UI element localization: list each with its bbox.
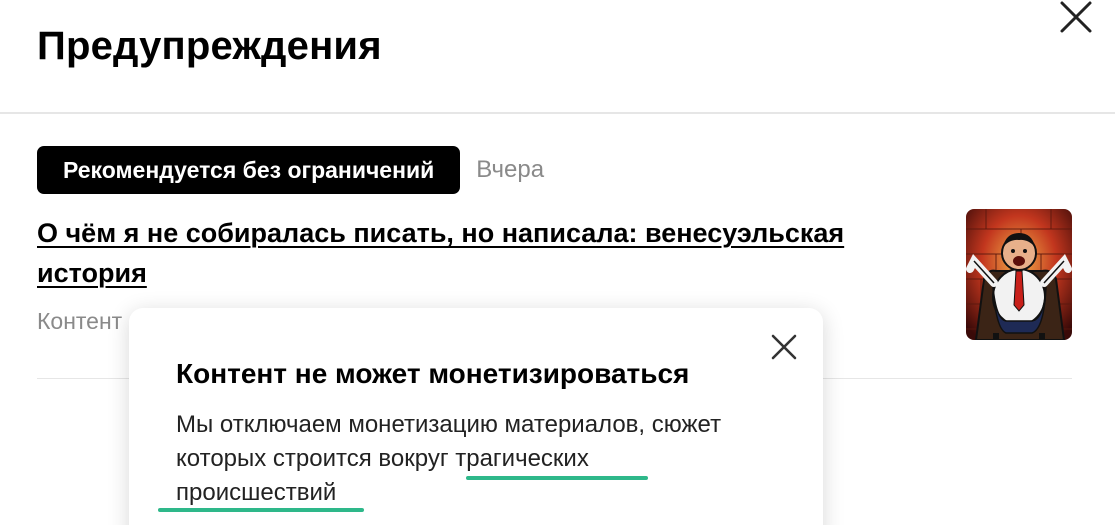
highlight-underline	[158, 508, 364, 512]
article-subtitle: Контент	[37, 308, 123, 334]
status-badge[interactable]: Рекомендуется без ограничений	[37, 146, 461, 194]
highlight-underline	[466, 476, 648, 480]
article-title-link[interactable]: О чём я не собиралась писать, но написал…	[37, 213, 937, 293]
close-icon[interactable]	[769, 332, 799, 362]
monetization-tooltip: Контент не может монетизироваться Мы отк…	[129, 308, 823, 525]
tooltip-body-line: происшествий	[176, 479, 337, 506]
tooltip-body-line: Мы отключаем монетизацию материалов, сюж…	[176, 411, 722, 438]
article-thumbnail[interactable]	[966, 209, 1072, 340]
tooltip-body: Мы отключаем монетизацию материалов, сюж…	[176, 408, 796, 510]
tooltip-body-line: которых строится вокруг трагических	[176, 445, 589, 472]
date-label: Вчера	[476, 156, 545, 183]
tooltip-title: Контент не может монетизироваться	[176, 358, 690, 389]
warning-meta: Рекомендуется без ограничений Вчера	[37, 146, 544, 194]
header: Предупреждения	[0, 0, 1115, 114]
page-title: Предупреждения	[37, 24, 382, 68]
close-icon[interactable]	[1058, 0, 1094, 34]
